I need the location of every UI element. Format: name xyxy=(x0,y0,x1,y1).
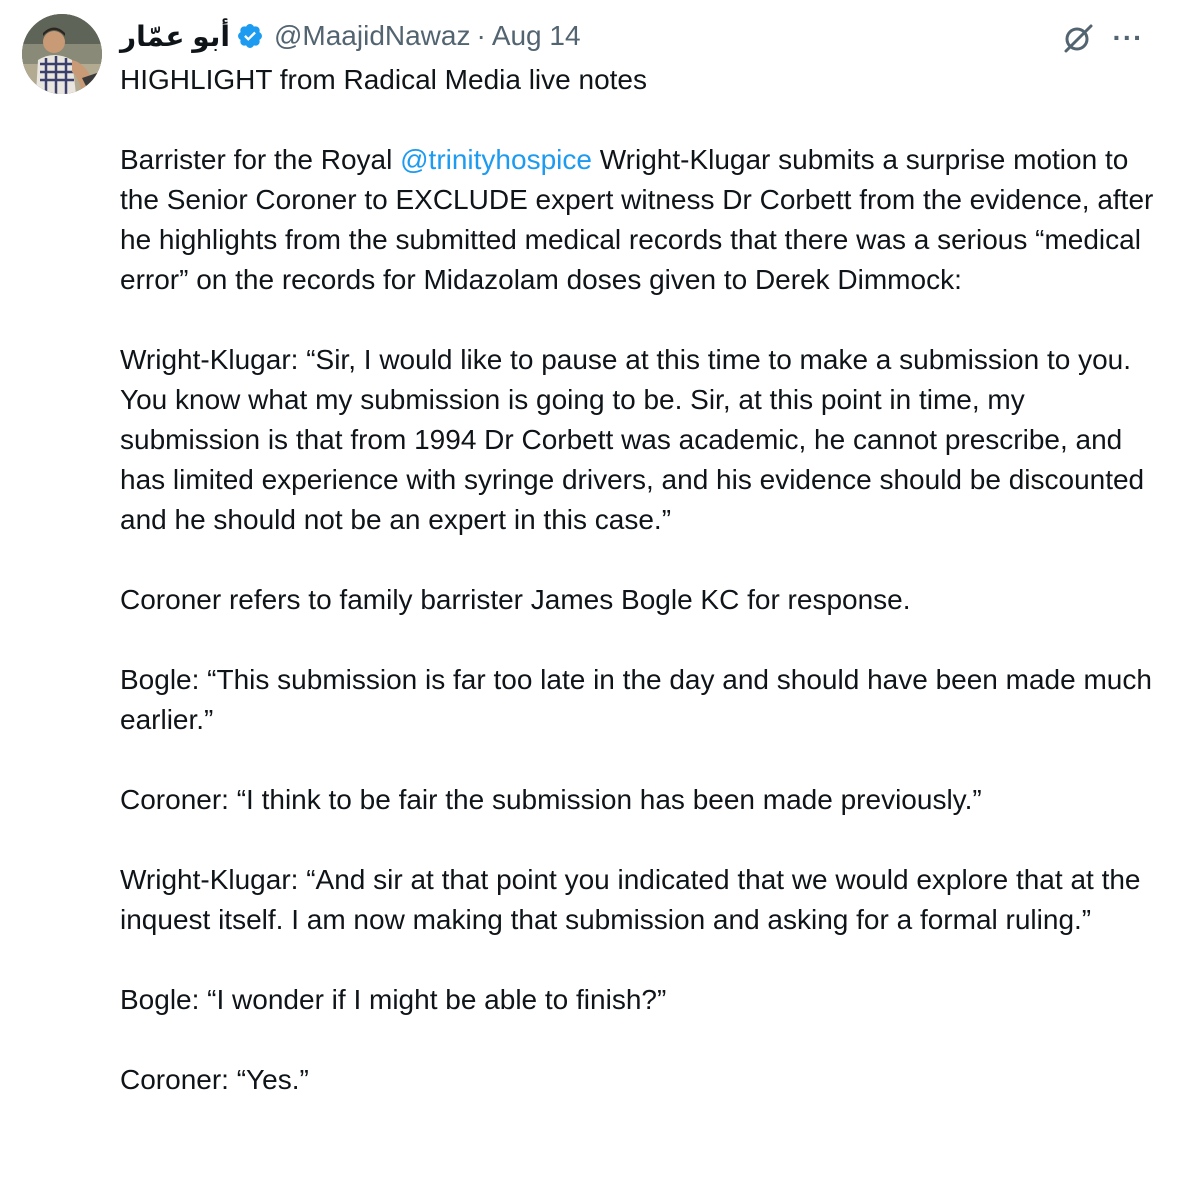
tweet-paragraph: Wright-Klugar: “Sir, I would like to pau… xyxy=(120,344,1152,535)
tweet-paragraph: Coroner refers to family barrister James… xyxy=(120,584,911,615)
tweet-header: أبو عمّار @MaajidNawaz · Aug 14 xyxy=(120,16,581,56)
timestamp[interactable]: Aug 14 xyxy=(492,20,581,52)
tweet-text-segment: Barrister for the Royal xyxy=(120,144,401,175)
tweet-paragraph: Barrister for the Royal @trinityhospice … xyxy=(120,140,1160,300)
tweet-line-headline: HIGHLIGHT from Radical Media live notes xyxy=(120,64,647,95)
handle[interactable]: @MaajidNawaz xyxy=(274,20,471,52)
avatar-image xyxy=(22,14,102,94)
avatar[interactable] xyxy=(22,14,102,94)
display-name[interactable]: أبو عمّار xyxy=(120,20,230,53)
tweet-paragraph: Bogle: “I wonder if I might be able to f… xyxy=(120,984,667,1015)
separator: · xyxy=(476,20,486,51)
tweet-paragraph: Bogle: “This submission is far too late … xyxy=(120,664,1160,735)
mention-link[interactable]: @trinityhospice xyxy=(400,144,592,175)
grok-icon[interactable] xyxy=(1058,18,1098,58)
tweet-text: HIGHLIGHT from Radical Media live notes … xyxy=(120,60,1160,1100)
tweet-actions: ··· xyxy=(1058,18,1148,58)
more-icon[interactable]: ··· xyxy=(1108,18,1148,58)
tweet-paragraph: Coroner: “I think to be fair the submiss… xyxy=(120,784,982,815)
verified-badge-icon[interactable] xyxy=(236,22,264,50)
tweet-paragraph: Wright-Klugar: “And sir at that point yo… xyxy=(120,864,1149,935)
tweet-paragraph: Coroner: “Yes.” xyxy=(120,1064,309,1095)
